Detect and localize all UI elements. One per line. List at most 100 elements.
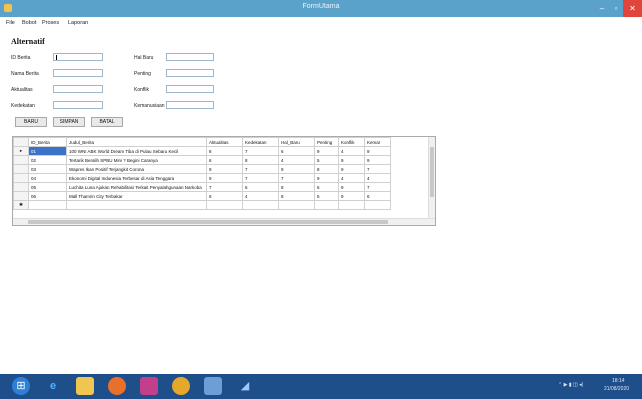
table-cell[interactable]: 4 <box>364 173 391 183</box>
table-cell[interactable]: 7 <box>242 173 279 183</box>
horizontal-scrollbar[interactable] <box>13 218 435 225</box>
table-cell[interactable]: 6 <box>206 191 243 201</box>
table-cell[interactable]: 04 <box>28 173 67 183</box>
table-cell[interactable] <box>206 200 243 210</box>
vertical-scrollbar[interactable] <box>428 137 435 225</box>
table-cell[interactable]: 6 <box>242 182 279 192</box>
col-header-penting[interactable]: Penting <box>314 137 339 147</box>
table-cell[interactable] <box>66 200 207 210</box>
vertical-scroll-thumb[interactable] <box>430 147 434 197</box>
col-header-aktualitas[interactable]: Aktualitas <box>206 137 243 147</box>
table-row[interactable]: 05 Luchita Luna Ajukan Rehabilitasi Terk… <box>13 182 391 192</box>
table-cell[interactable]: 9 <box>314 173 339 183</box>
table-cell[interactable]: 8 <box>206 146 243 156</box>
col-header-konflik[interactable]: Konflik <box>338 137 365 147</box>
table-cell[interactable]: 9 <box>364 146 391 156</box>
table-row[interactable]: 02 Tertarik Beralih SPBU Mini ? Begini C… <box>13 155 391 165</box>
row-header[interactable] <box>13 191 29 201</box>
row-header[interactable] <box>13 173 29 183</box>
row-header[interactable] <box>13 164 29 174</box>
col-header-kemanusiaan[interactable]: Kemar <box>364 137 391 147</box>
table-cell[interactable]: Luchita Luna Ajukan Rehabilitasi Terkait… <box>66 182 207 192</box>
clock-date[interactable]: 21/08/2020 <box>604 386 629 392</box>
table-cell[interactable] <box>278 200 315 210</box>
table-cell[interactable]: 02 <box>28 155 67 165</box>
col-header-judul-berita[interactable]: Judul_Berita <box>66 137 207 147</box>
close-button[interactable]: ✕ <box>623 0 642 17</box>
table-cell[interactable]: 8 <box>314 164 339 174</box>
table-cell[interactable]: 7 <box>364 164 391 174</box>
table-cell[interactable]: 9 <box>338 191 365 201</box>
simpan-button[interactable]: SIMPAN <box>53 117 85 127</box>
table-cell[interactable]: 4 <box>338 173 365 183</box>
table-cell[interactable]: 7 <box>278 173 315 183</box>
table-cell[interactable]: 8 <box>278 191 315 201</box>
table-cell[interactable]: 7 <box>364 182 391 192</box>
col-header-hal-baru[interactable]: Hal_Baru <box>278 137 315 147</box>
table-row[interactable]: 06 Mall Thamrin City Terbakar 6 4 8 5 9 … <box>13 191 391 201</box>
table-cell[interactable]: 8 <box>242 155 279 165</box>
data-grid[interactable]: ID_Berita Judul_Berita Aktualitas Kedeka… <box>12 136 436 226</box>
internet-explorer-icon[interactable]: e <box>44 377 62 395</box>
table-cell[interactable]: 7 <box>242 146 279 156</box>
aktualitas-input[interactable] <box>53 85 103 93</box>
table-cell[interactable]: 03 <box>28 164 67 174</box>
table-cell[interactable]: Tertarik Beralih SPBU Mini ? Begini Cara… <box>66 155 207 165</box>
hal-baru-input[interactable] <box>166 53 214 61</box>
menu-laporan[interactable]: Laporan <box>68 20 88 26</box>
app-icon[interactable]: ◢ <box>236 377 254 395</box>
col-header-id-berita[interactable]: ID_Berita <box>28 137 67 147</box>
new-row-indicator[interactable]: ✱ <box>13 200 29 210</box>
kemanusiaan-input[interactable] <box>166 101 214 109</box>
tray-icons[interactable]: ⌃ ▶ ▮ ◫ ◂) <box>558 382 583 388</box>
table-cell[interactable] <box>28 200 67 210</box>
visual-studio-icon[interactable] <box>204 377 222 395</box>
table-cell[interactable]: 9 <box>314 146 339 156</box>
maximize-button[interactable]: ▫ <box>609 0 623 17</box>
current-row-indicator[interactable]: ▸ <box>13 146 29 156</box>
file-explorer-icon[interactable] <box>76 377 94 395</box>
konflik-input[interactable] <box>166 85 214 93</box>
table-cell[interactable]: 9 <box>206 164 243 174</box>
table-cell[interactable]: 4 <box>242 191 279 201</box>
table-cell[interactable] <box>338 200 365 210</box>
id-berita-input[interactable] <box>53 53 103 61</box>
table-row[interactable]: ▸ 01 100 WNI ABK World Dream Tiba di Pul… <box>13 146 391 156</box>
table-row[interactable]: 04 Ekonomi Digital Indonesia Terbesar di… <box>13 173 391 183</box>
table-cell[interactable]: 5 <box>314 191 339 201</box>
table-cell[interactable]: 9 <box>278 164 315 174</box>
clock-time[interactable]: 18:14 <box>612 378 625 384</box>
minimize-button[interactable]: – <box>595 0 609 17</box>
table-cell[interactable]: 4 <box>338 146 365 156</box>
new-table-row[interactable]: ✱ <box>13 200 391 210</box>
row-header[interactable] <box>13 182 29 192</box>
table-cell[interactable]: Wapres Ikan Positif Terjangkit Corona <box>66 164 207 174</box>
table-cell[interactable]: 6 <box>206 155 243 165</box>
col-header-kedekatan[interactable]: Kedekatan <box>242 137 279 147</box>
table-cell[interactable] <box>364 200 391 210</box>
table-cell[interactable]: 05 <box>28 182 67 192</box>
table-cell[interactable]: 7 <box>242 164 279 174</box>
table-cell[interactable] <box>314 200 339 210</box>
row-header[interactable] <box>13 155 29 165</box>
table-cell[interactable]: 06 <box>28 191 67 201</box>
table-cell[interactable]: Mall Thamrin City Terbakar <box>66 191 207 201</box>
table-cell[interactable]: 9 <box>338 182 365 192</box>
table-cell[interactable]: 6 <box>278 146 315 156</box>
start-orb-icon[interactable]: ⊞ <box>12 377 30 395</box>
table-cell[interactable] <box>242 200 279 210</box>
table-cell[interactable]: 9 <box>364 155 391 165</box>
baru-button[interactable]: BARU <box>15 117 47 127</box>
menu-bobot[interactable]: Bobot <box>22 20 36 26</box>
kedekatan-input[interactable] <box>53 101 103 109</box>
table-row[interactable]: 03 Wapres Ikan Positif Terjangkit Corona… <box>13 164 391 174</box>
batal-button[interactable]: BATAL <box>91 117 123 127</box>
table-cell[interactable]: 9 <box>338 164 365 174</box>
paint-icon[interactable] <box>172 377 190 395</box>
table-cell[interactable]: 6 <box>314 182 339 192</box>
table-cell[interactable]: 9 <box>338 155 365 165</box>
penting-input[interactable] <box>166 69 214 77</box>
menu-file[interactable]: File <box>6 20 15 26</box>
table-cell[interactable]: 6 <box>364 191 391 201</box>
table-cell[interactable]: 01 <box>28 146 67 156</box>
